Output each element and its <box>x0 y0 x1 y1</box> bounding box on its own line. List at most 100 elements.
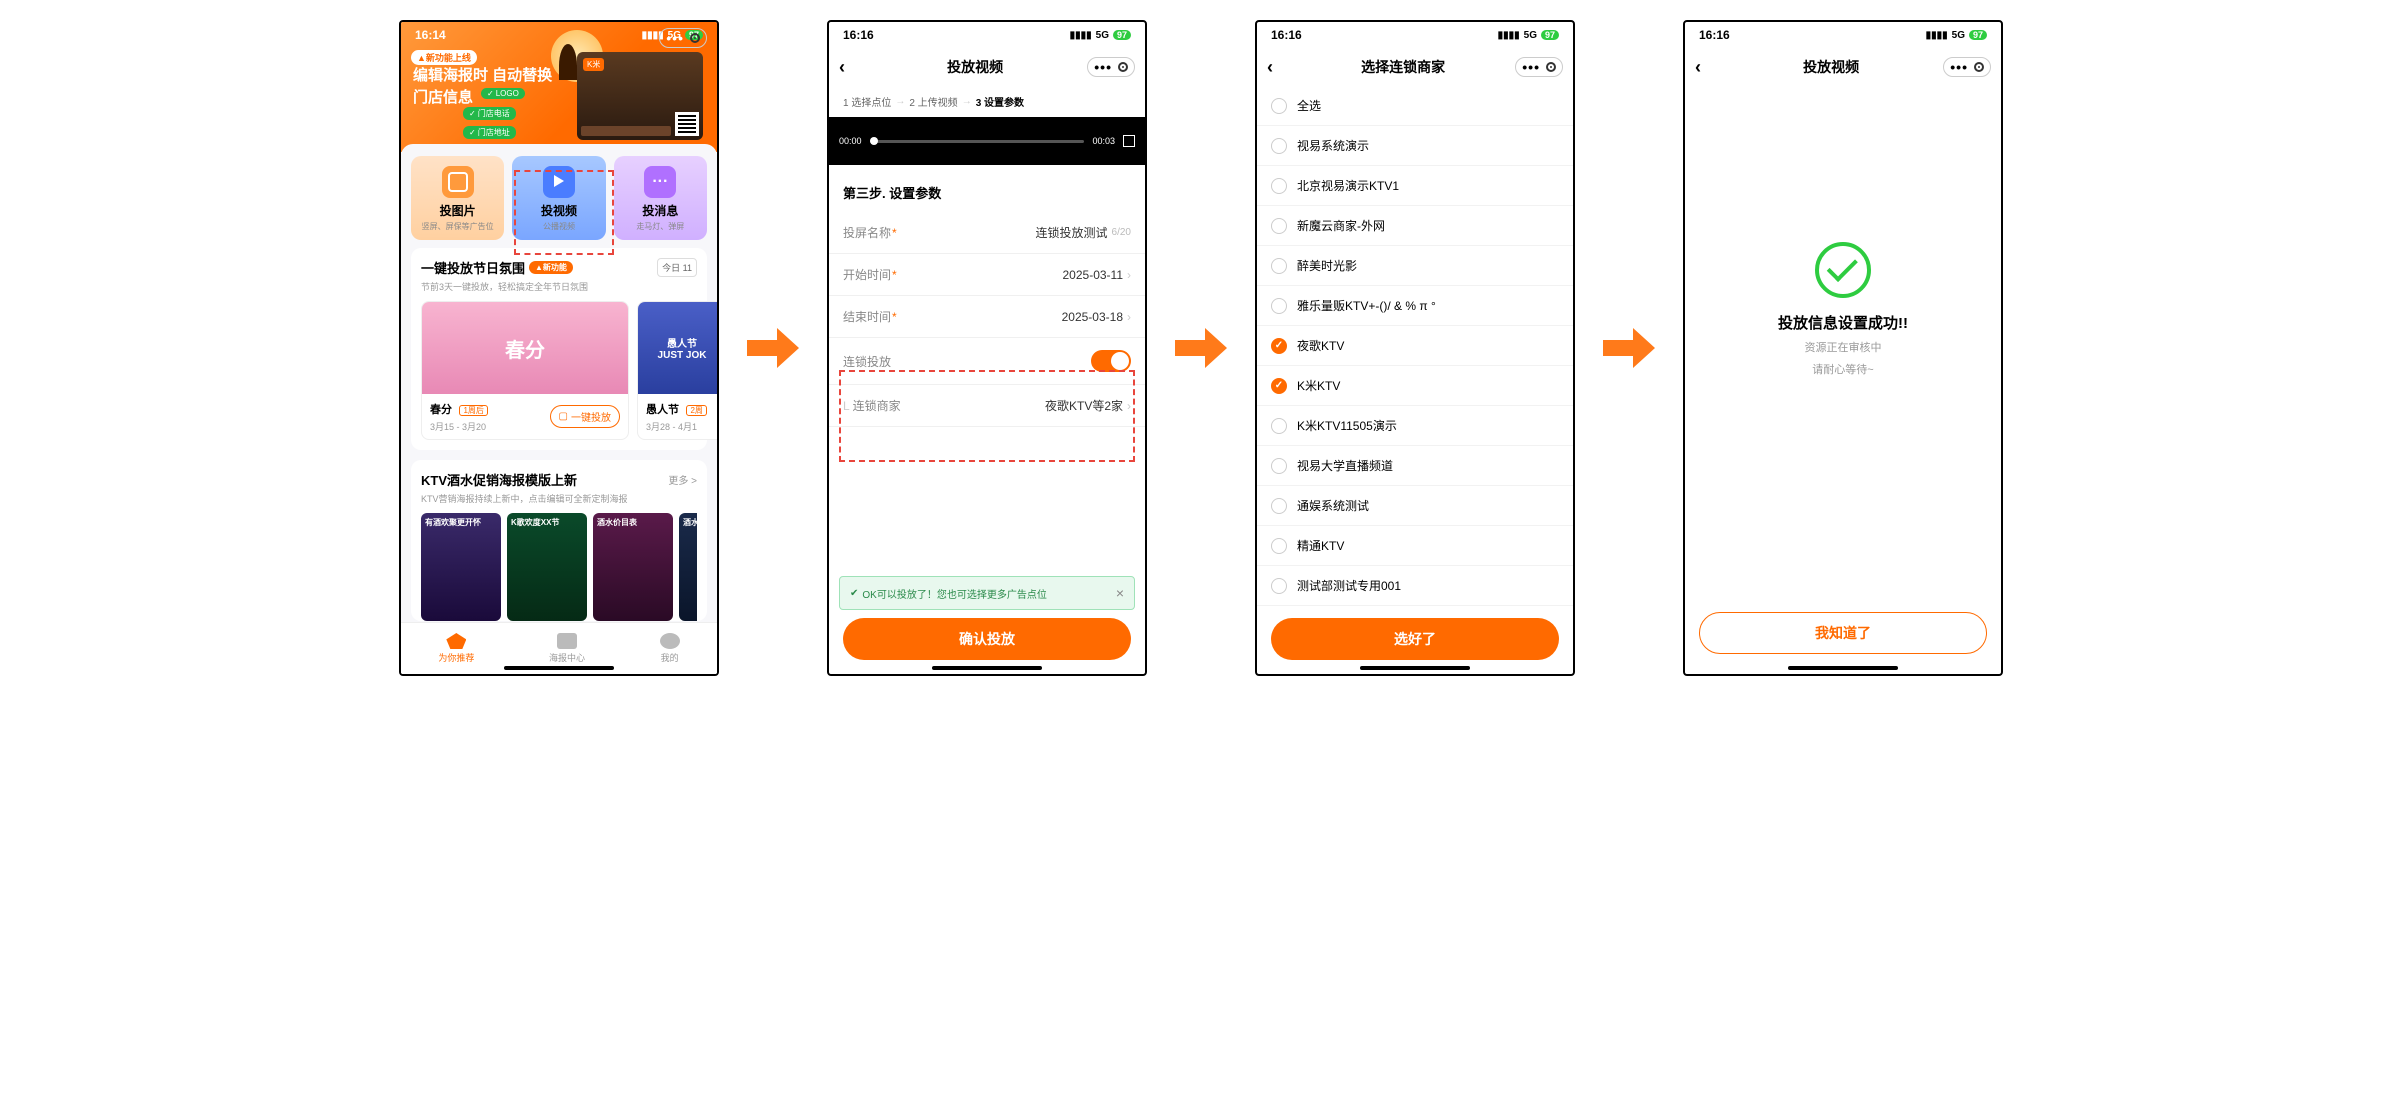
tag-row-1: 门店电话 <box>463 107 516 120</box>
hero-silhouette-art <box>559 44 577 80</box>
select-all-row[interactable]: 全选 <box>1257 86 1573 126</box>
chevron-right-icon: › <box>1127 399 1131 413</box>
field-end-date[interactable]: 结束时间 2025-03-18› <box>829 296 1145 338</box>
card-video[interactable]: 投视频 公播视频 <box>512 156 605 240</box>
radio-icon <box>1271 578 1287 594</box>
toggle-on[interactable] <box>1091 350 1131 372</box>
festival-tag: 1周后 <box>459 405 487 416</box>
miniapp-menu[interactable]: ••• <box>1515 57 1563 77</box>
page-title: 投放视频 <box>863 57 1087 77</box>
merchant-row[interactable]: 北京视易演示KTV1 <box>1257 166 1573 206</box>
target-icon <box>690 33 700 43</box>
radio-icon <box>1271 298 1287 314</box>
chevron-right-icon: › <box>1127 268 1131 282</box>
status-bar: 16:16 ▮▮▮▮5G97 <box>1685 22 2001 48</box>
festival-sub: 节前3天一键投放，轻松搞定全年节日氛围 <box>421 280 697 293</box>
more-icon: ••• <box>1094 60 1112 74</box>
close-icon[interactable]: × <box>1116 585 1124 601</box>
card-message[interactable]: 投消息 走马灯、弹屏 <box>614 156 707 240</box>
target-icon <box>1118 62 1128 72</box>
step-indicator: 1 选择点位→ 2 上传视频→ 3 设置参数 <box>829 86 1145 117</box>
merchant-row[interactable]: 测试部测试专用001 <box>1257 566 1573 606</box>
festival-card[interactable]: 春分 春分 1周后 3月15 - 3月20 ▢ 一键投放 <box>421 301 629 440</box>
signal-bars-icon: ▮▮▮▮ <box>1926 30 1948 41</box>
tab-profile[interactable]: 我的 <box>660 633 680 664</box>
merchant-row[interactable]: K米KTV11505演示 <box>1257 406 1573 446</box>
merchant-row[interactable]: 通娱系统测试 <box>1257 486 1573 526</box>
poster-thumb[interactable]: 有酒欢聚更开怀 <box>421 513 501 621</box>
back-icon[interactable]: ‹ <box>1267 57 1291 78</box>
more-link[interactable]: 更多 > <box>668 472 697 487</box>
festival-title: 一键投放节日氛围 ▲新功能 <box>421 258 573 277</box>
merchant-row[interactable]: 醉美时光影 <box>1257 246 1573 286</box>
merchant-name: 测试部测试专用001 <box>1297 577 1401 594</box>
miniapp-menu[interactable]: ••• <box>659 28 707 48</box>
merchant-row[interactable]: 精通KTV <box>1257 526 1573 566</box>
chevron-right-icon: › <box>1127 310 1131 324</box>
new-badge: ▲新功能 <box>529 261 573 274</box>
tab-posters[interactable]: 海报中心 <box>549 633 585 664</box>
poster-thumb[interactable]: K歌欢度XX节 <box>507 513 587 621</box>
poster-thumb[interactable]: 酒水 <box>679 513 697 621</box>
tab-recommend[interactable]: 为你推荐 <box>438 633 474 664</box>
merchant-name: K米KTV11505演示 <box>1297 417 1397 434</box>
video-time-start: 00:00 <box>839 136 862 146</box>
merchant-row[interactable]: 视易系统演示 <box>1257 126 1573 166</box>
radio-icon <box>1271 218 1287 234</box>
merchant-name: 北京视易演示KTV1 <box>1297 177 1399 194</box>
card-video-title: 投视频 <box>516 202 601 219</box>
festival-card[interactable]: 愚人节 JUST JOK 愚人节 2周 3月28 - 4月1 <box>637 301 717 440</box>
poster-row[interactable]: 有酒欢聚更开怀 K歌欢度XX节 酒水价目表 酒水 <box>421 513 697 621</box>
merchant-row[interactable]: 新魔云商家-外网 <box>1257 206 1573 246</box>
radio-icon <box>1271 418 1287 434</box>
tag-row-2: 门店地址 <box>463 126 516 139</box>
screen-success: 16:16 ▮▮▮▮5G97 ‹ 投放视频 ••• 投放信息设置成功!! 资源正… <box>1683 20 2003 676</box>
km-badge: K米 <box>583 58 604 71</box>
field-chain-merchant[interactable]: L 连锁商家 夜歌KTV等2家› <box>829 385 1145 427</box>
card-image[interactable]: 投图片 竖屏、屏保等广告位 <box>411 156 504 240</box>
tag-logo: LOGO <box>481 88 525 99</box>
status-time: 16:16 <box>1699 28 1730 42</box>
miniapp-menu[interactable]: ••• <box>1943 57 1991 77</box>
home-indicator <box>504 666 614 670</box>
tag-phone: 门店电话 <box>463 107 516 120</box>
festival-name: 愚人节 <box>646 404 679 416</box>
back-icon[interactable]: ‹ <box>839 57 863 78</box>
flow-arrow-icon <box>1603 322 1655 374</box>
success-heading: 投放信息设置成功!! <box>1778 312 1908 333</box>
merchant-row[interactable]: 视易大学直播频道 <box>1257 446 1573 486</box>
done-button[interactable]: 选好了 <box>1271 618 1559 660</box>
hero-banner: 16:14 ▮▮▮▮ 5G 97 ▲新功能上线 编辑海报时 自动替换 门店信息 … <box>401 22 717 152</box>
fullscreen-icon[interactable] <box>1123 135 1135 147</box>
poster-title: KTV酒水促销海报模版上新 <box>421 470 577 489</box>
merchant-row[interactable]: K米KTV <box>1257 366 1573 406</box>
onekey-button[interactable]: ▢ 一键投放 <box>550 405 620 428</box>
step-heading: 第三步. 设置参数 <box>829 183 1145 212</box>
field-name[interactable]: 投屏名称 连锁投放测试6/20 <box>829 212 1145 254</box>
today-chip[interactable]: 今日 11 <box>657 258 697 277</box>
hero-headline-1: 编辑海报时 自动替换 <box>413 66 552 86</box>
miniapp-menu[interactable]: ••• <box>1087 57 1135 77</box>
target-icon <box>1546 62 1556 72</box>
field-start-date[interactable]: 开始时间 2025-03-11› <box>829 254 1145 296</box>
festival-date: 3月28 - 4月1 <box>646 420 707 433</box>
video-scrubber[interactable] <box>870 140 1085 143</box>
grid-icon <box>557 633 577 649</box>
back-icon[interactable]: ‹ <box>1695 57 1719 78</box>
more-icon: ••• <box>666 31 684 45</box>
poster-sub: KTV营销海报持续上新中，点击编辑可全新定制海报 <box>421 492 697 505</box>
new-feature-badge: ▲新功能上线 <box>411 50 477 65</box>
success-check-icon <box>1815 242 1871 298</box>
merchant-row[interactable]: 雅乐量贩KTV+-()/ & % π ° <box>1257 286 1573 326</box>
merchant-name: 视易大学直播频道 <box>1297 457 1393 474</box>
confirm-button[interactable]: 确认投放 <box>843 618 1131 660</box>
merchant-name: 雅乐量贩KTV+-()/ & % π ° <box>1297 297 1436 314</box>
acknowledge-button[interactable]: 我知道了 <box>1699 612 1987 654</box>
signal-bars-icon: ▮▮▮▮ <box>1070 30 1092 41</box>
settings-form: 投屏名称 连锁投放测试6/20 开始时间 2025-03-11› 结束时间 20… <box>829 212 1145 427</box>
merchant-row[interactable]: 夜歌KTV <box>1257 326 1573 366</box>
poster-thumb[interactable]: 酒水价目表 <box>593 513 673 621</box>
radio-icon <box>1271 258 1287 274</box>
festival-section: 一键投放节日氛围 ▲新功能 今日 11 节前3天一键投放，轻松搞定全年节日氛围 … <box>411 248 707 450</box>
video-preview[interactable]: 00:00 00:03 <box>829 117 1145 165</box>
